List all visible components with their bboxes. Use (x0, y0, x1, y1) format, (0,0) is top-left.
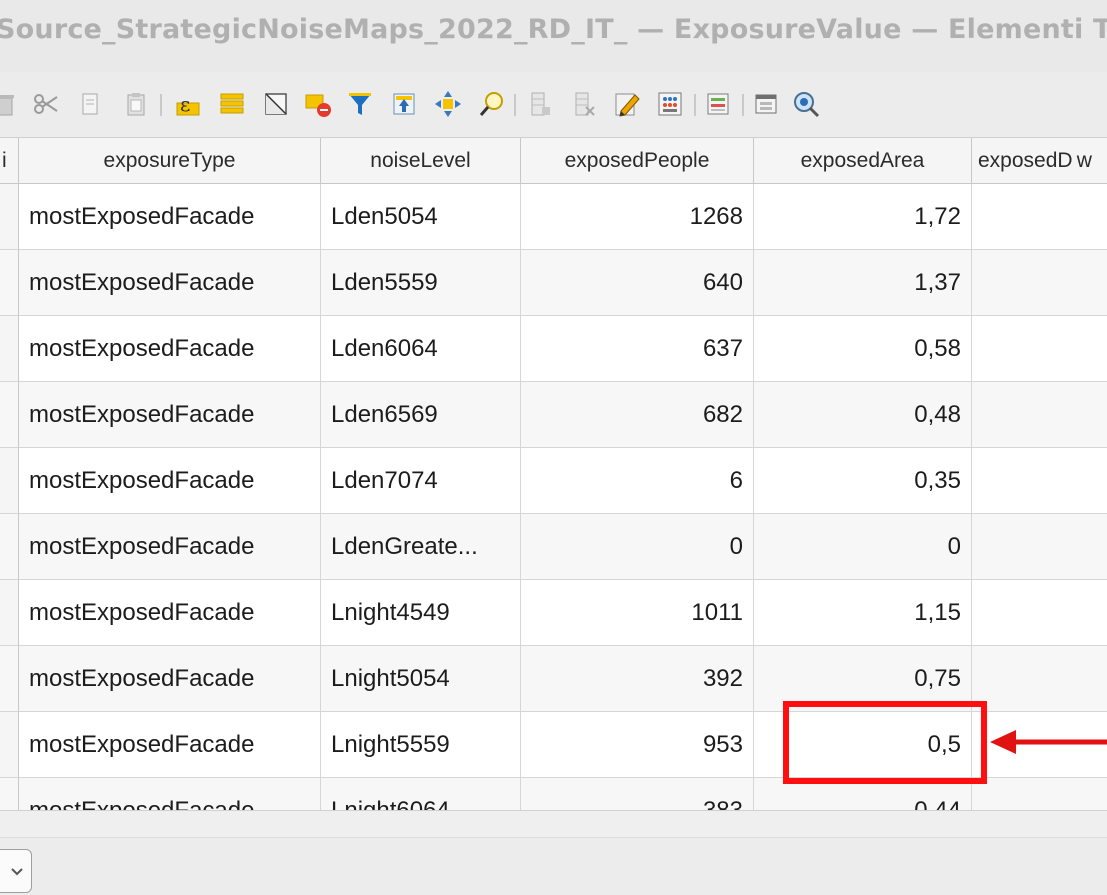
cell-noiselevel[interactable]: Lden7074 (321, 448, 521, 514)
cell-exposedpeople[interactable]: 953 (521, 712, 754, 778)
window-title: Source_StrategicNoiseMaps_2022_RD_IT_ — … (0, 14, 1107, 45)
move-selection-top-icon[interactable] (388, 88, 420, 120)
paste-icon[interactable] (120, 88, 152, 120)
cell-exposeddw[interactable] (972, 778, 1107, 811)
cell-exposedarea[interactable]: 0,58 (754, 316, 972, 382)
cell-exposedpeople[interactable]: 1011 (521, 580, 754, 646)
cell-noiselevel[interactable]: Lden6064 (321, 316, 521, 382)
cell-exposedarea[interactable]: 1,15 (754, 580, 972, 646)
window-titlebar: Source_StrategicNoiseMaps_2022_RD_IT_ — … (0, 0, 1107, 72)
cell-exposuretype[interactable]: mostExposedFacade (19, 580, 321, 646)
cell-exposuretype[interactable]: mostExposedFacade (19, 448, 321, 514)
filter-mode-dropdown[interactable] (0, 849, 32, 893)
row-header[interactable] (0, 712, 19, 778)
invert-selection-icon[interactable] (260, 88, 292, 120)
cell-exposuretype[interactable]: mostExposedFacade (19, 778, 321, 811)
cell-exposuretype[interactable]: mostExposedFacade (19, 646, 321, 712)
zoom-to-selection-icon[interactable] (476, 88, 508, 120)
status-bar (0, 810, 1107, 895)
toolbar-separator (694, 94, 696, 116)
cell-exposedpeople[interactable]: 6 (521, 448, 754, 514)
cell-exposedarea[interactable]: 0,48 (754, 382, 972, 448)
filter-icon[interactable] (344, 88, 376, 120)
column-header-noiselevel[interactable]: noiseLevel (321, 138, 521, 184)
horizontal-scrollbar[interactable] (0, 811, 1107, 838)
row-header[interactable] (0, 316, 19, 382)
row-header[interactable] (0, 514, 19, 580)
row-header[interactable] (0, 448, 19, 514)
cell-exposeddw[interactable] (972, 382, 1107, 448)
cell-exposedpeople[interactable]: 637 (521, 316, 754, 382)
deselect-icon[interactable] (302, 88, 334, 120)
cell-exposeddw[interactable] (972, 316, 1107, 382)
chevron-down-icon (11, 868, 23, 876)
highlight-box (783, 701, 987, 784)
expression-select-icon[interactable]: ε (172, 88, 204, 120)
cell-exposeddw[interactable] (972, 580, 1107, 646)
cell-noiselevel[interactable]: Lnight5054 (321, 646, 521, 712)
column-header-exposedpeople[interactable]: exposedPeople (521, 138, 754, 184)
row-header[interactable] (0, 382, 19, 448)
cell-exposuretype[interactable]: mostExposedFacade (19, 712, 321, 778)
cell-noiselevel[interactable]: LdenGreate... (321, 514, 521, 580)
column-header-exposedarea[interactable]: exposedArea (754, 138, 972, 184)
actions-icon[interactable] (790, 88, 822, 120)
row-header-corner: i (0, 138, 19, 184)
dock-icon[interactable] (750, 88, 782, 120)
conditional-formatting-icon[interactable] (702, 88, 734, 120)
cell-exposedarea[interactable]: 1,72 (754, 184, 972, 250)
new-field-icon[interactable] (524, 88, 556, 120)
column-header-exposeddw[interactable]: exposedD w (972, 138, 1107, 184)
red-arrow (990, 730, 1107, 754)
cell-noiselevel[interactable]: Lnight4549 (321, 580, 521, 646)
cell-exposedarea[interactable]: 0 (754, 514, 972, 580)
field-calculator-icon[interactable] (654, 88, 686, 120)
row-header[interactable] (0, 778, 19, 811)
cell-noiselevel[interactable]: Lnight5559 (321, 712, 521, 778)
toolbar-separator (514, 94, 516, 116)
cell-exposeddw[interactable] (972, 448, 1107, 514)
select-all-icon[interactable] (216, 88, 248, 120)
row-header[interactable] (0, 184, 19, 250)
toolbar-separator (160, 94, 162, 116)
toolbar-separator (742, 94, 744, 116)
row-header[interactable] (0, 580, 19, 646)
delete-field-icon[interactable] (568, 88, 600, 120)
cell-exposedarea[interactable]: 0,35 (754, 448, 972, 514)
cell-noiselevel[interactable]: Lnight6064 (321, 778, 521, 811)
cell-exposeddw[interactable] (972, 250, 1107, 316)
cell-exposuretype[interactable]: mostExposedFacade (19, 184, 321, 250)
cell-exposeddw[interactable] (972, 184, 1107, 250)
cell-exposedpeople[interactable]: 640 (521, 250, 754, 316)
svg-text:ε: ε (180, 92, 190, 116)
cell-exposedpeople[interactable]: 682 (521, 382, 754, 448)
copy-icon[interactable] (74, 88, 106, 120)
cut-icon[interactable] (30, 88, 62, 120)
cell-exposuretype[interactable]: mostExposedFacade (19, 514, 321, 580)
cell-noiselevel[interactable]: Lden5054 (321, 184, 521, 250)
pan-to-selection-icon[interactable] (432, 88, 464, 120)
cell-exposuretype[interactable]: mostExposedFacade (19, 382, 321, 448)
delete-icon[interactable] (0, 88, 20, 120)
row-header[interactable] (0, 646, 19, 712)
cell-exposedpeople[interactable]: 383 (521, 778, 754, 811)
cell-exposedarea[interactable]: 1,37 (754, 250, 972, 316)
cell-exposedpeople[interactable]: 0 (521, 514, 754, 580)
column-header-exposuretype[interactable]: exposureType (19, 138, 321, 184)
cell-exposuretype[interactable]: mostExposedFacade (19, 250, 321, 316)
cell-exposuretype[interactable]: mostExposedFacade (19, 316, 321, 382)
row-header[interactable] (0, 250, 19, 316)
cell-exposedpeople[interactable]: 392 (521, 646, 754, 712)
cell-exposeddw[interactable] (972, 646, 1107, 712)
edit-icon[interactable] (610, 88, 642, 120)
cell-exposedpeople[interactable]: 1268 (521, 184, 754, 250)
cell-noiselevel[interactable]: Lden6569 (321, 382, 521, 448)
cell-exposeddw[interactable] (972, 514, 1107, 580)
cell-noiselevel[interactable]: Lden5559 (321, 250, 521, 316)
